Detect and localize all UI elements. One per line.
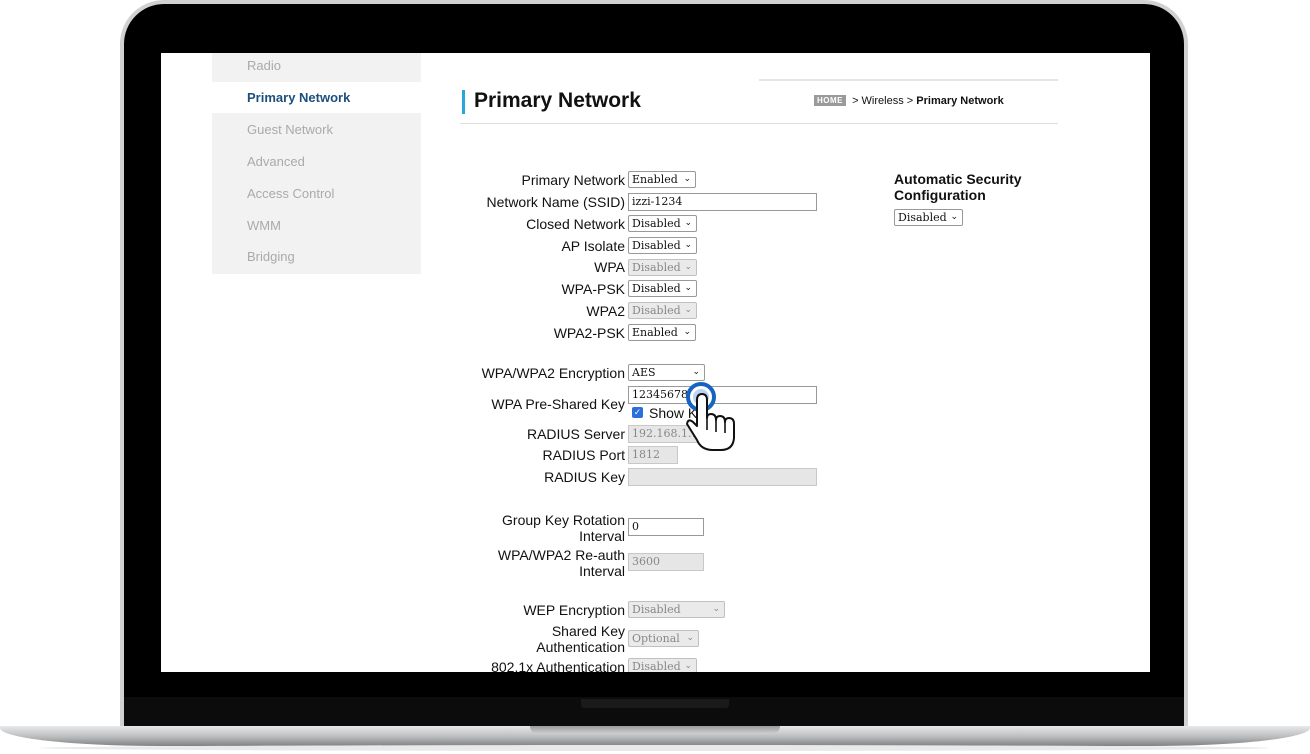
- chevron-down-icon: ⌄: [683, 174, 691, 184]
- chevron-down-icon: ⌄: [684, 240, 692, 250]
- radius-port-input[interactable]: 1812: [628, 446, 678, 464]
- dot1x-label: 802.1x Authentication: [491, 659, 625, 672]
- chevron-down-icon: ⌄: [950, 212, 958, 222]
- radius-server-label: RADIUS Server: [526, 426, 625, 442]
- base-notch: [530, 726, 780, 734]
- closed-network-label: Closed Network: [526, 216, 625, 232]
- radius-key-label: RADIUS Key: [544, 469, 625, 485]
- ap-isolate-select[interactable]: Disabled ⌄: [628, 237, 697, 254]
- chevron-down-icon: ⌄: [684, 283, 692, 293]
- breadcrumb-section: > Wireless >: [852, 95, 914, 107]
- ssid-label: Network Name (SSID): [486, 194, 625, 210]
- wpa2-label: WPA2: [586, 303, 625, 319]
- encryption-label: WPA/WPA2 Encryption: [481, 365, 625, 381]
- wpa2-psk-select[interactable]: Enabled ⌄: [628, 324, 696, 341]
- header-divider: [759, 79, 1058, 81]
- sidebar-item-bridging[interactable]: Bridging: [212, 241, 421, 272]
- breadcrumb-current: Primary Network: [916, 95, 1004, 107]
- sidebar-item-radio[interactable]: Radio: [212, 53, 421, 81]
- router-admin-screen: Radio Primary Network Guest Network Adva…: [161, 53, 1150, 672]
- sidebar-item-access-control[interactable]: Access Control: [212, 178, 421, 209]
- ssid-input[interactable]: izzi-1234: [628, 193, 817, 211]
- primary-network-label: Primary Network: [521, 172, 625, 188]
- title-accent-bar: [462, 90, 465, 114]
- group-key-label: Group Key Rotation Interval: [502, 512, 625, 544]
- auto-security-title: Automatic Security Configuration: [894, 171, 1022, 203]
- chevron-down-icon: ⌄: [684, 262, 692, 272]
- sidebar-item-primary-network[interactable]: Primary Network: [212, 82, 421, 113]
- reauth-label: WPA/WPA2 Re-auth Interval: [497, 547, 625, 579]
- sidebar: Radio Primary Network Guest Network Adva…: [212, 53, 421, 274]
- wpa-select[interactable]: Disabled ⌄: [628, 259, 697, 276]
- wep-label: WEP Encryption: [523, 602, 625, 618]
- hand-pointer-icon: [686, 382, 735, 451]
- radius-port-label: RADIUS Port: [542, 447, 625, 463]
- sidebar-item-guest-network[interactable]: Guest Network: [212, 114, 421, 145]
- wpa-psk-select[interactable]: Disabled ⌄: [628, 280, 697, 297]
- sidebar-item-advanced[interactable]: Advanced: [212, 146, 421, 177]
- dot1x-select[interactable]: Disabled ⌄: [628, 658, 697, 672]
- group-key-input[interactable]: 0: [628, 518, 704, 536]
- base-shadow: [40, 745, 1270, 751]
- chevron-down-icon: ⌄: [684, 218, 692, 228]
- wep-select[interactable]: Disabled ⌄: [628, 601, 725, 618]
- closed-network-select[interactable]: Disabled ⌄: [628, 215, 697, 232]
- wpa2-psk-label: WPA2-PSK: [553, 325, 625, 341]
- chevron-down-icon: ⌄: [712, 604, 720, 614]
- ap-isolate-label: AP Isolate: [561, 238, 625, 254]
- wpa-label: WPA: [594, 259, 625, 275]
- reauth-input[interactable]: 3600: [628, 553, 704, 571]
- primary-network-select[interactable]: Enabled ⌄: [628, 171, 696, 188]
- radius-key-input[interactable]: [628, 468, 817, 486]
- chevron-down-icon: ⌄: [684, 305, 692, 315]
- breadcrumb: HOME > Wireless > Primary Network: [814, 95, 1004, 107]
- hinge-slot: [581, 699, 729, 708]
- wpa-psk-label: WPA-PSK: [561, 281, 625, 297]
- auto-security-select[interactable]: Disabled ⌄: [894, 209, 963, 226]
- chevron-down-icon: ⌄: [684, 661, 692, 671]
- wpa2-select[interactable]: Disabled ⌄: [628, 302, 697, 319]
- home-icon[interactable]: HOME: [814, 95, 846, 106]
- show-key-checkbox[interactable]: ✓: [632, 407, 643, 418]
- page-title: Primary Network: [474, 89, 641, 112]
- shared-key-select[interactable]: Optional ⌄: [628, 630, 699, 647]
- title-underline: [460, 123, 1058, 124]
- sidebar-item-wmm[interactable]: WMM: [212, 210, 421, 241]
- chevron-down-icon: ⌄: [683, 327, 691, 337]
- shared-key-label: Shared Key Authentication: [536, 623, 625, 655]
- psk-label: WPA Pre-Shared Key: [491, 396, 625, 412]
- chevron-down-icon: ⌄: [686, 633, 694, 643]
